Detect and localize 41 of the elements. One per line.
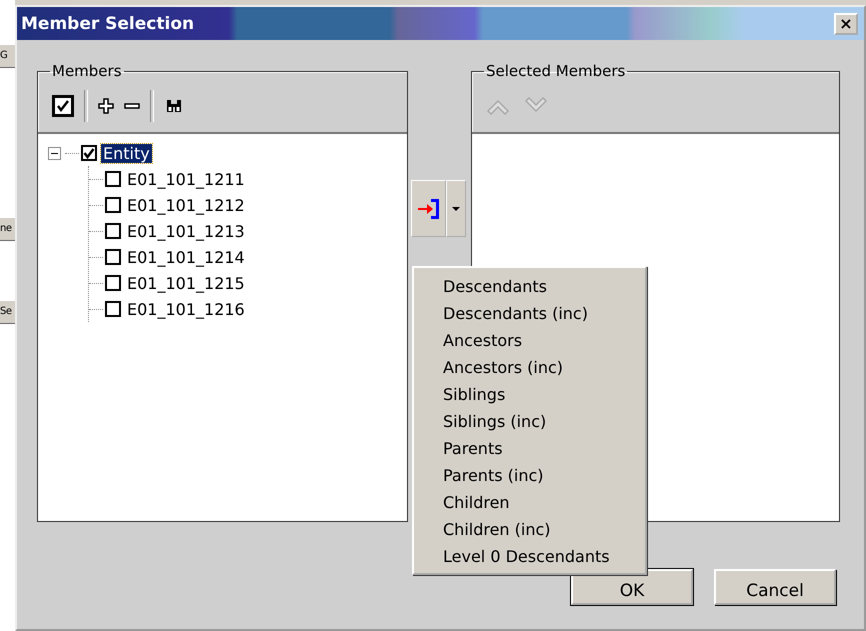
group-title: Selected Members — [485, 62, 626, 80]
menu-item[interactable]: Ancestors (inc) — [414, 353, 645, 380]
tree-checkbox[interactable] — [105, 223, 121, 239]
background-text: ne — [0, 218, 15, 241]
menu-item[interactable]: Children — [414, 488, 645, 515]
collapse-icon[interactable] — [48, 146, 61, 160]
tree-checkbox[interactable] — [105, 197, 121, 213]
tree-checkbox[interactable] — [105, 171, 121, 187]
tree-checkbox[interactable] — [105, 249, 121, 265]
menu-item[interactable]: Level 0 Descendants — [414, 542, 645, 569]
tree-checkbox[interactable] — [105, 301, 121, 317]
menu-item[interactable]: Parents — [414, 434, 645, 461]
background-text: Se — [0, 301, 15, 324]
caret-icon — [452, 206, 460, 210]
tree-item[interactable]: E01_101_1215 — [125, 274, 247, 292]
background-text: G — [0, 45, 15, 68]
menu-item[interactable]: Ancestors — [414, 326, 645, 353]
tree-checkbox[interactable] — [105, 275, 121, 291]
menu-item[interactable]: Siblings — [414, 380, 645, 407]
menu-item[interactable]: Parents (inc) — [414, 461, 645, 488]
window-title: Member Selection — [21, 14, 194, 34]
group-title: Members — [51, 62, 123, 80]
tree-checkbox[interactable] — [81, 145, 97, 161]
tree-item[interactable]: E01_101_1211 — [125, 170, 247, 188]
add-member-icon — [416, 196, 440, 220]
minus-icon[interactable] — [124, 103, 140, 109]
tree-item[interactable]: E01_101_1216 — [125, 300, 247, 318]
check-all-icon[interactable] — [52, 95, 74, 117]
add-button[interactable] — [411, 180, 446, 237]
menu-item[interactable]: Siblings (inc) — [414, 407, 645, 434]
close-button[interactable]: × — [834, 12, 858, 34]
menu-item[interactable]: Descendants — [414, 272, 645, 299]
tree-item[interactable]: Entity — [101, 144, 152, 162]
menu-item[interactable]: Children (inc) — [414, 515, 645, 542]
cancel-button[interactable]: Cancel — [714, 569, 836, 605]
plus-icon[interactable] — [98, 98, 114, 114]
binoculars-icon[interactable] — [164, 98, 184, 114]
tree-item[interactable]: E01_101_1212 — [125, 196, 247, 214]
tree-item[interactable]: E01_101_1214 — [125, 248, 247, 266]
tree-item[interactable]: E01_101_1213 — [125, 222, 247, 240]
menu-item[interactable]: Descendants (inc) — [414, 299, 645, 326]
